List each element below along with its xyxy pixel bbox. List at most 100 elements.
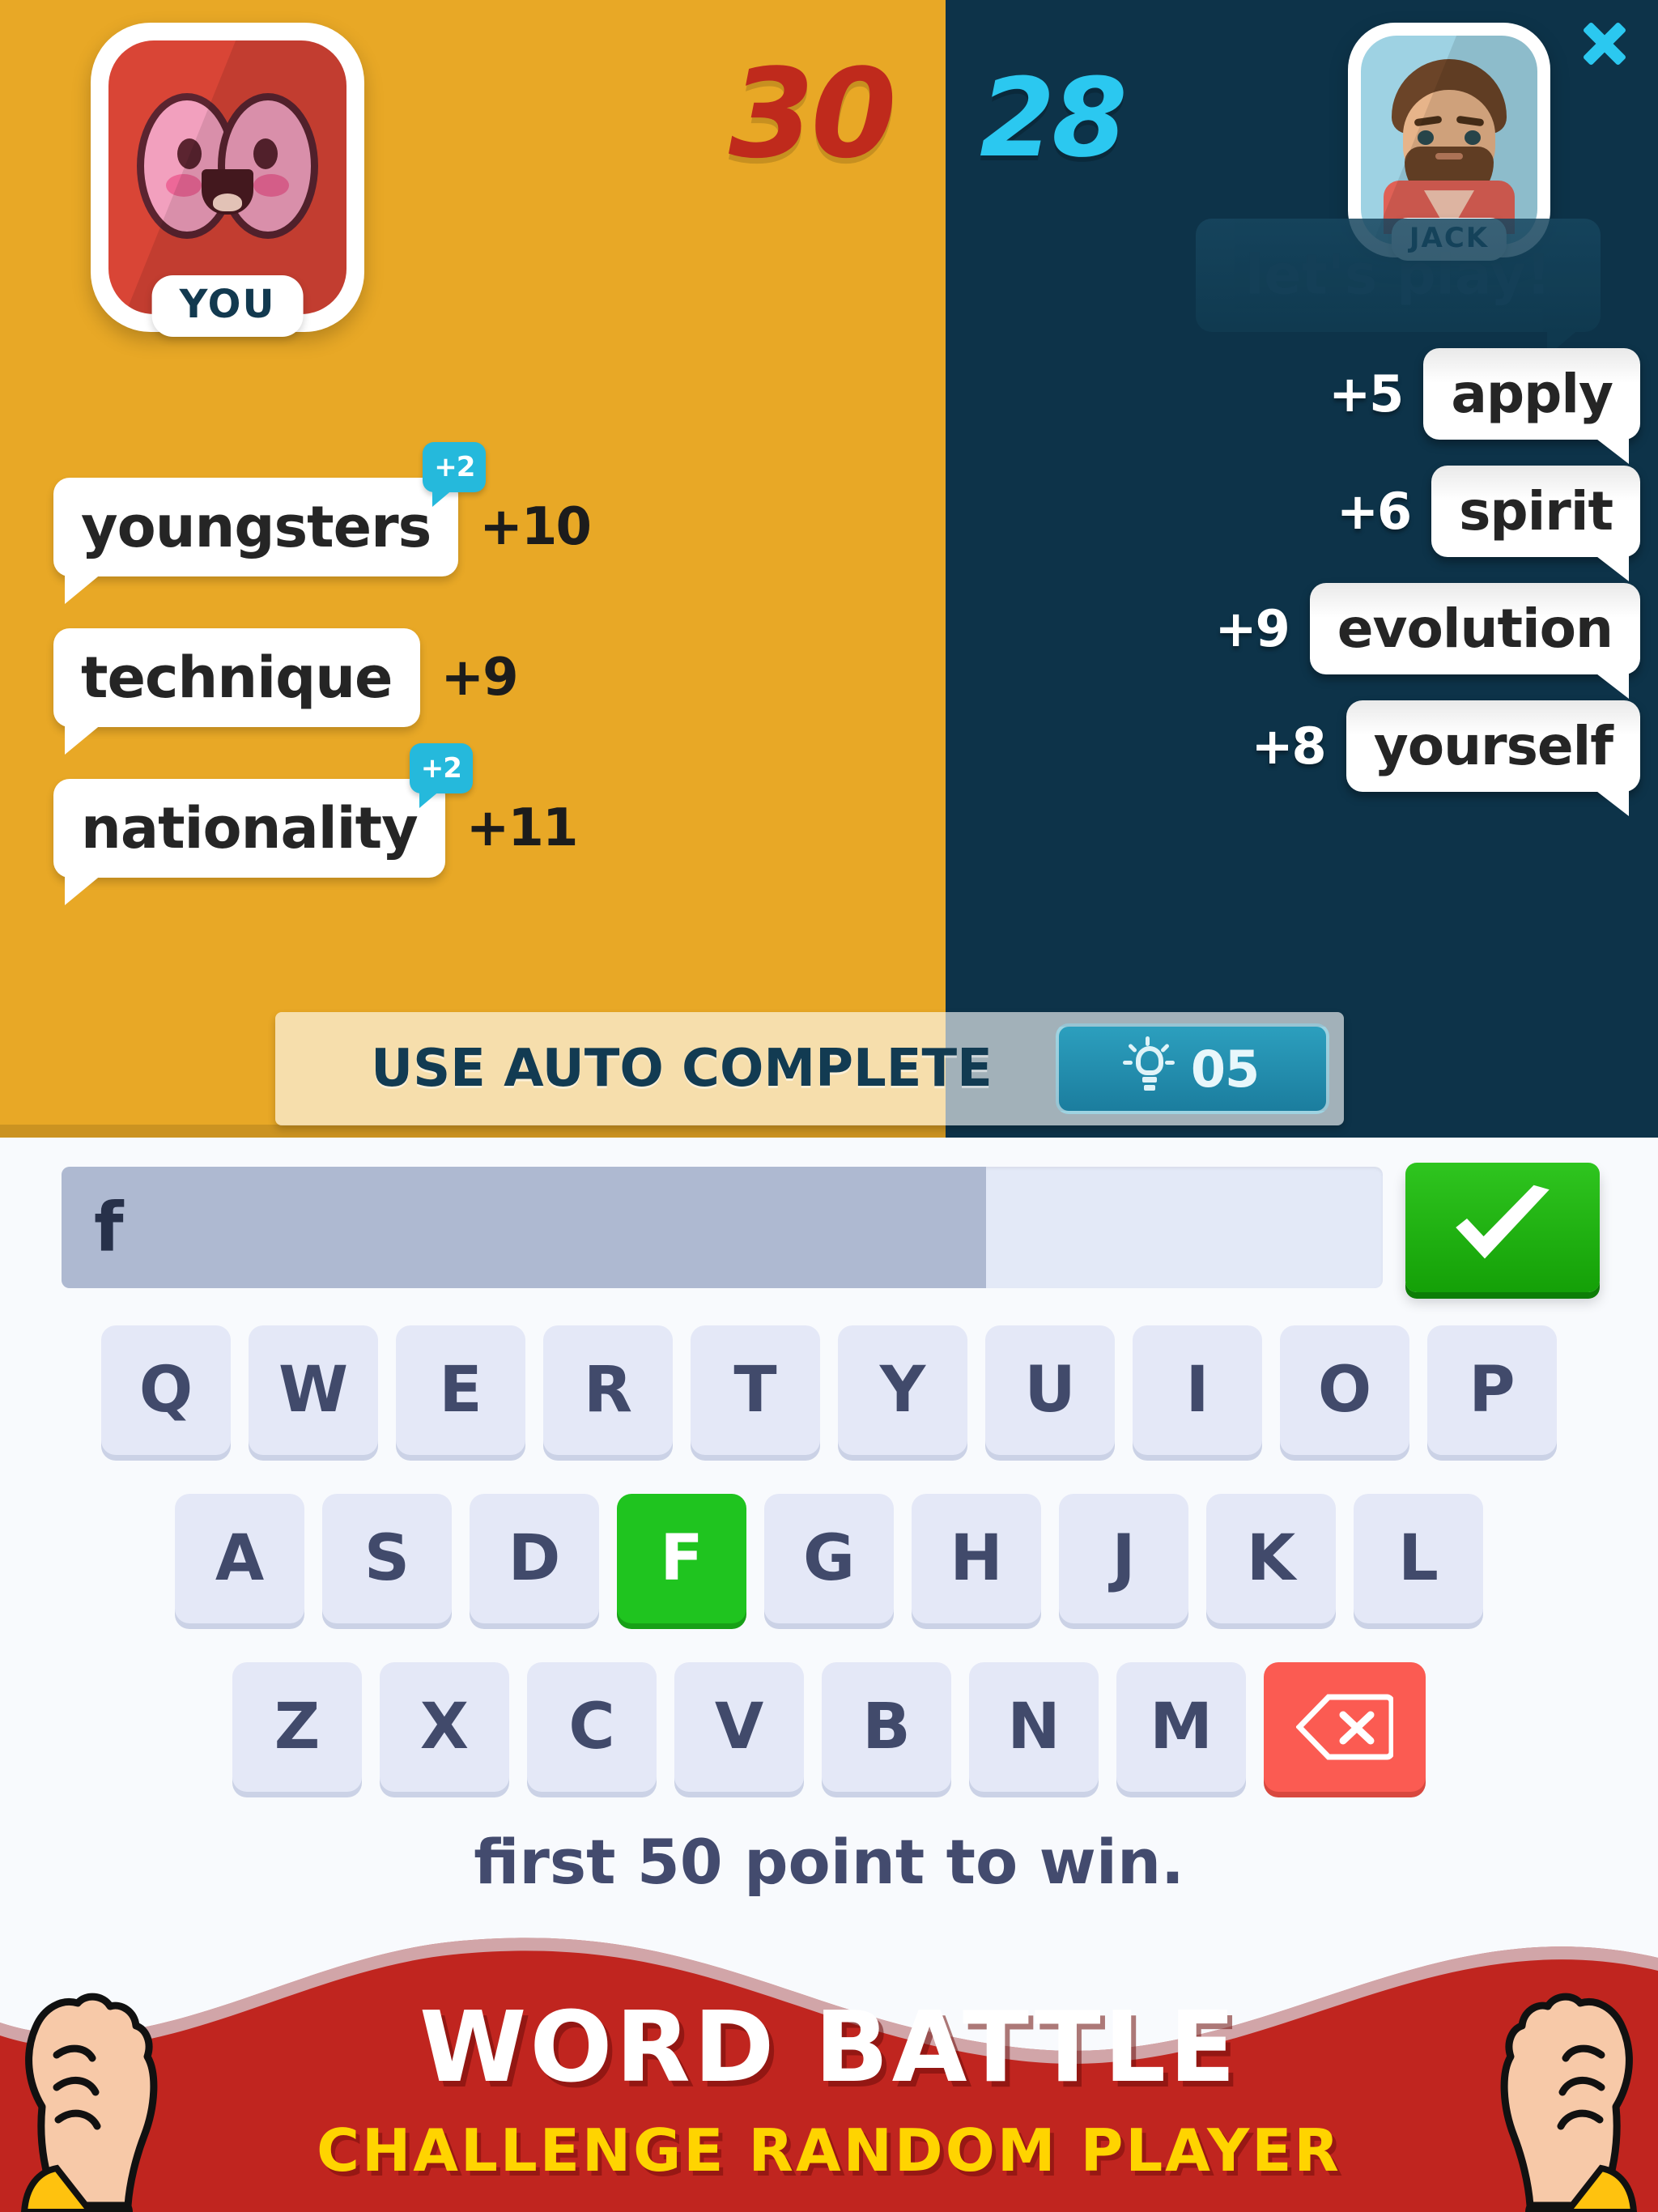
submit-button[interactable] xyxy=(1405,1163,1600,1292)
my-word-row: youngsters +2 +10 xyxy=(53,442,701,604)
man-avatar-icon xyxy=(1361,36,1537,245)
key-C[interactable]: C xyxy=(527,1662,657,1792)
key-N[interactable]: N xyxy=(969,1662,1099,1792)
key-G[interactable]: G xyxy=(764,1494,894,1623)
opponent-word-list: +5 apply +6 spirit +9 evolution +8 yours… xyxy=(944,348,1640,818)
key-U[interactable]: U xyxy=(985,1325,1115,1455)
key-label: Z xyxy=(274,1691,321,1763)
hint-counter[interactable]: 05 xyxy=(1056,1023,1329,1114)
keyboard-row-3: Z X C V B N M xyxy=(0,1662,1658,1792)
key-label: R xyxy=(583,1354,633,1427)
key-D[interactable]: D xyxy=(470,1494,599,1623)
key-X[interactable]: X xyxy=(380,1662,509,1792)
bonus-value: +2 xyxy=(420,752,462,785)
bonus-value: +2 xyxy=(434,451,475,483)
key-B[interactable]: B xyxy=(822,1662,951,1792)
opponent-word-row: +6 spirit xyxy=(944,466,1640,581)
key-label: P xyxy=(1469,1354,1516,1427)
word-bubble: spirit xyxy=(1431,466,1640,581)
key-label: S xyxy=(363,1522,410,1595)
key-A[interactable]: A xyxy=(175,1494,304,1623)
battle-area: YOU JACK 30 28 xyxy=(0,0,1658,1138)
key-K[interactable]: K xyxy=(1206,1494,1336,1623)
bonus-badge: +2 xyxy=(409,743,473,808)
promo-banner[interactable]: WORD BATTLE CHALLENGE RANDOM PLAYER xyxy=(0,1927,1658,2212)
word-bubble: evolution xyxy=(1309,583,1640,699)
key-label: W xyxy=(278,1354,349,1427)
opponent-score: 28 xyxy=(980,55,1127,181)
key-O[interactable]: O xyxy=(1280,1325,1409,1455)
key-label: Y xyxy=(879,1354,926,1427)
backspace-key[interactable] xyxy=(1264,1662,1426,1792)
key-I[interactable]: I xyxy=(1133,1325,1262,1455)
key-P[interactable]: P xyxy=(1427,1325,1557,1455)
word-text: spirit xyxy=(1459,480,1613,542)
opponent-word-row: +5 apply xyxy=(944,348,1640,464)
key-label: I xyxy=(1185,1354,1209,1427)
opponent-greeting-text: let's play! xyxy=(1244,243,1552,308)
my-player-badge: YOU xyxy=(91,23,364,337)
banner-subtitle: CHALLENGE RANDOM PLAYER xyxy=(317,2116,1341,2184)
win-condition-text: first 50 point to win. xyxy=(474,1826,1184,1898)
banner-text: WORD BATTLE CHALLENGE RANDOM PLAYER xyxy=(0,1927,1658,2212)
key-S[interactable]: S xyxy=(322,1494,452,1623)
key-V[interactable]: V xyxy=(674,1662,804,1792)
close-icon[interactable] xyxy=(1572,11,1637,76)
word-text: youngsters xyxy=(81,494,432,560)
my-word-list: youngsters +2 +10 technique +9 nationali… xyxy=(53,442,701,929)
word-text: technique xyxy=(81,644,393,711)
word-input[interactable]: f xyxy=(62,1167,1383,1288)
input-row: f xyxy=(62,1163,1600,1292)
opponent-greeting-bubble: let's play! xyxy=(1196,219,1601,356)
bonus-badge: +2 xyxy=(423,442,487,507)
backspace-icon xyxy=(1296,1694,1393,1760)
word-text: apply xyxy=(1451,363,1613,425)
my-name-plate: YOU xyxy=(151,275,304,337)
checkmark-icon xyxy=(1456,1185,1550,1259)
my-score: 30 xyxy=(729,42,897,185)
key-label: X xyxy=(419,1691,470,1763)
key-label: G xyxy=(802,1522,856,1595)
key-label: O xyxy=(1317,1354,1372,1427)
key-label: K xyxy=(1246,1522,1296,1595)
word-text: evolution xyxy=(1337,598,1613,660)
word-text: yourself xyxy=(1374,715,1613,777)
key-Y[interactable]: Y xyxy=(838,1325,967,1455)
key-label: L xyxy=(1398,1522,1439,1595)
key-Q[interactable]: Q xyxy=(101,1325,231,1455)
banner-title: WORD BATTLE xyxy=(419,1992,1239,2104)
key-label: C xyxy=(568,1691,615,1763)
opponent-word-row: +9 evolution xyxy=(944,583,1640,699)
key-W[interactable]: W xyxy=(249,1325,378,1455)
key-T[interactable]: T xyxy=(691,1325,820,1455)
key-J[interactable]: J xyxy=(1059,1494,1188,1623)
use-auto-complete-button[interactable]: USE AUTO COMPLETE 05 xyxy=(275,1012,1344,1125)
key-M[interactable]: M xyxy=(1116,1662,1246,1792)
key-label: U xyxy=(1024,1354,1076,1427)
face-icon xyxy=(1380,59,1518,235)
keyboard-area: f Q W E R T Y U I O P A S D F G H J K L … xyxy=(0,1138,1658,1947)
game-screen: YOU JACK 30 28 xyxy=(0,0,1658,2212)
key-label: Q xyxy=(138,1354,193,1427)
key-L[interactable]: L xyxy=(1354,1494,1483,1623)
key-label: F xyxy=(660,1522,704,1595)
word-bubble: youngsters +2 xyxy=(53,442,487,604)
key-label: B xyxy=(862,1691,911,1763)
word-points: +5 xyxy=(1329,364,1404,423)
key-label: E xyxy=(439,1354,483,1427)
lightbulb-icon xyxy=(1122,1036,1175,1098)
key-R[interactable]: R xyxy=(543,1325,673,1455)
key-E[interactable]: E xyxy=(396,1325,525,1455)
key-label: A xyxy=(215,1522,265,1595)
keyboard-row-2: A S D F G H J K L xyxy=(0,1494,1658,1623)
key-Z[interactable]: Z xyxy=(232,1662,362,1792)
key-F[interactable]: F xyxy=(617,1494,746,1623)
brain-avatar-icon xyxy=(108,40,346,314)
brain-icon xyxy=(137,85,318,247)
auto-complete-label: USE AUTO COMPLETE xyxy=(371,1039,993,1099)
hint-count: 05 xyxy=(1190,1039,1260,1099)
key-label: V xyxy=(714,1691,764,1763)
word-points: +8 xyxy=(1251,717,1327,776)
word-text: nationality xyxy=(81,795,419,861)
key-H[interactable]: H xyxy=(912,1494,1041,1623)
